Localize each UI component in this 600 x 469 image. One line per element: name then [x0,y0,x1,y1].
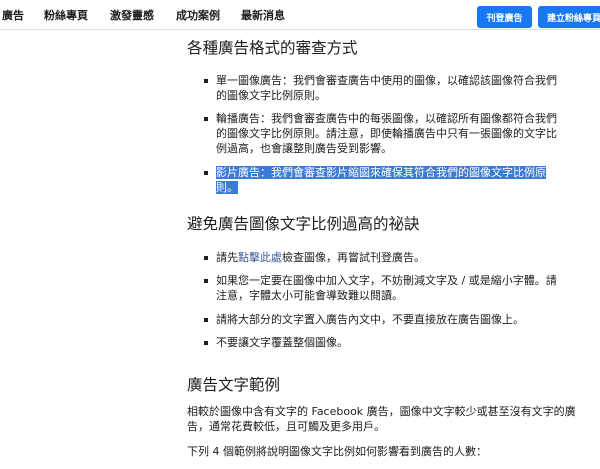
list-item-selected: 影片廣告：我們會審查影片縮圖來確保其符合我們的圖像文字比例原則。 [203,165,558,195]
tip-suffix: 檢查圖像，再嘗試刊登廣告。 [282,251,425,264]
section-title-formats: 各種廣告格式的審查方式 [187,39,358,57]
list-item: 輪播廣告：我們會審查廣告中的每張圖像，以確認所有圖像都符合我們的圖像文字比例原則… [203,111,558,156]
samples-paragraph-2: 下列 4 個範例將說明圖像文字比例如何影響看到廣告的人數： [187,445,487,458]
nav-item-success-stories[interactable]: 成功案例 [176,7,220,23]
nav-item-ads[interactable]: 廣告 [2,7,24,23]
list-item: 請先點擊此處檢查圖像，再嘗試刊登廣告。 [203,250,558,265]
formats-list: 單一圖像廣告：我們會審查廣告中使用的圖像，以確認該圖像符合我們的圖像文字比例原則… [203,73,558,195]
list-item: 如果您一定要在圖像中加入文字，不妨刪減文字及 / 或是縮小字體。請注意，字體太小… [203,273,558,303]
create-page-button[interactable]: 建立粉絲專頁 [538,6,600,28]
list-item: 不要讓文字覆蓋整個圖像。 [203,335,558,350]
samples-paragraph-1: 相較於圖像中含有文字的 Facebook 廣告，圖像中文字較少或甚至沒有文字的廣… [187,405,576,433]
tip-prefix: 請先 [216,251,238,264]
tips-list: 請先點擊此處檢查圖像，再嘗試刊登廣告。 如果您一定要在圖像中加入文字，不妨刪減文… [203,250,558,350]
article-content: 各種廣告格式的審查方式 單一圖像廣告：我們會審查廣告中使用的圖像，以確認該圖像符… [0,30,600,469]
nav-item-news[interactable]: 最新消息 [241,7,285,23]
advertise-button[interactable]: 刊登廣告 [477,6,532,28]
list-item: 請將大部分的文字置入廣告內文中，不要直接放在廣告圖像上。 [203,312,558,327]
section-title-tips: 避免廣告圖像文字比例過高的祕訣 [187,215,420,233]
selected-text[interactable]: 影片廣告：我們會審查影片縮圖來確保其符合我們的圖像文字比例原則。 [216,166,546,194]
nav-item-pages[interactable]: 粉絲專頁 [44,7,88,23]
nav-item-inspiration[interactable]: 激發靈感 [110,7,154,23]
list-item: 單一圖像廣告：我們會審查廣告中使用的圖像，以確認該圖像符合我們的圖像文字比例原則… [203,73,558,103]
click-here-link[interactable]: 點擊此處 [238,251,282,264]
section-title-samples: 廣告文字範例 [187,376,281,394]
top-navigation-bar: 廣告 粉絲專頁 激發靈感 成功案例 最新消息 刊登廣告 建立粉絲專頁 [0,0,600,30]
